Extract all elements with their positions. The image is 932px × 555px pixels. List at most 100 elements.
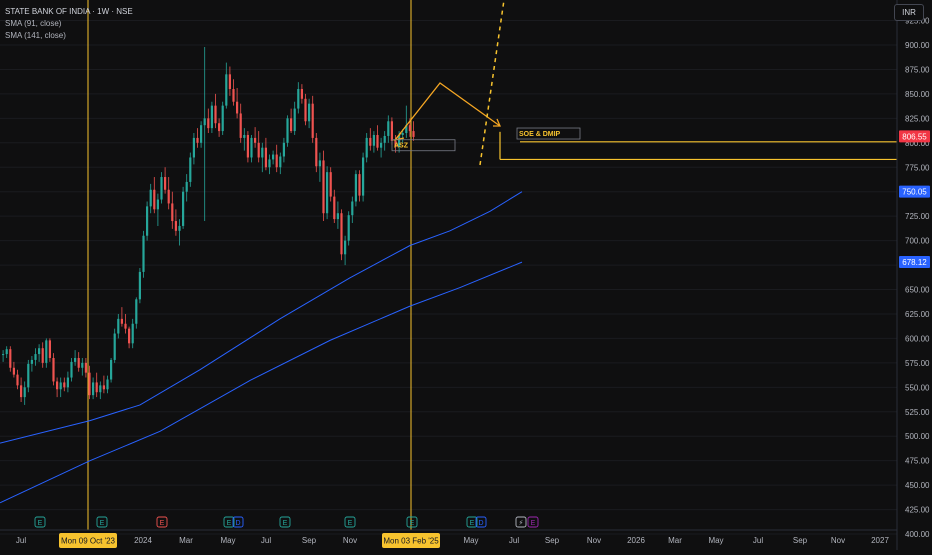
candle-down [41, 348, 44, 363]
event-marker-label: E [348, 520, 353, 527]
candle-up [66, 377, 69, 388]
candle-up [178, 225, 181, 231]
sma-91-line [0, 191, 523, 444]
candle-down [174, 221, 177, 231]
candle-down [408, 125, 411, 132]
x-tick-label: Jul [261, 536, 271, 545]
sma-91-legend[interactable]: SMA (91, close) [5, 18, 133, 30]
candle-down [412, 131, 415, 137]
candle-down [232, 89, 235, 102]
candle-down [196, 137, 199, 143]
candle-up [113, 333, 116, 360]
chart-area[interactable]: ASZ SOE & DMIP 400.00 425.00 450.00 475.00 50… [0, 0, 932, 550]
candle-up [383, 135, 386, 143]
x-tick-label: Sep [302, 536, 317, 545]
y-tick-label: 400.00 [905, 530, 930, 539]
candle-up [362, 157, 365, 196]
candle-down [48, 340, 51, 358]
x-tick-label: 2026 [627, 536, 645, 545]
y-tick-label: 425.00 [905, 506, 930, 515]
date-marker-label: Mon 09 Oct '23 [61, 537, 116, 546]
candle-up [156, 199, 159, 210]
price-axis-value: 750.05 [902, 188, 927, 197]
candle-down [63, 382, 66, 388]
candle-up [185, 181, 188, 192]
candle-down [164, 177, 167, 190]
x-tick-label: Nov [831, 536, 845, 545]
annotation-text: SOE & DMIP [519, 131, 561, 138]
event-marker-label: E [227, 520, 232, 527]
candle-up [34, 354, 37, 360]
currency-button[interactable]: INR [894, 4, 924, 21]
candle-up [210, 105, 213, 129]
candle-up [286, 118, 289, 143]
x-tick-label: Nov [343, 536, 357, 545]
y-tick-label: 450.00 [905, 481, 930, 490]
candle-down [290, 118, 293, 132]
candle-up [99, 385, 102, 393]
y-tick-label: 700.00 [905, 237, 930, 246]
event-marker-label: E [531, 520, 536, 527]
candle-up [372, 134, 375, 146]
candle-down [77, 357, 80, 368]
x-tick-label: Nov [587, 536, 601, 545]
x-tick-label: Sep [545, 536, 560, 545]
candle-up [160, 177, 163, 200]
y-tick-label: 475.00 [905, 457, 930, 466]
candle-down [369, 137, 372, 146]
candle-up [326, 172, 329, 214]
candle-down [329, 172, 332, 197]
x-tick-label: May [708, 536, 723, 545]
candle-up [365, 137, 368, 158]
event-marker-label: E [410, 520, 415, 527]
candle-up [293, 108, 296, 132]
candle-up [135, 299, 138, 324]
event-marker-label: E [160, 520, 165, 527]
candle-up [318, 160, 321, 167]
y-tick-label: 575.00 [905, 359, 930, 368]
y-tick-label: 625.00 [905, 310, 930, 319]
y-tick-label: 525.00 [905, 408, 930, 417]
candle-down [120, 318, 123, 324]
candle-down [322, 160, 325, 214]
candle-down [214, 105, 217, 124]
y-tick-label: 825.00 [905, 114, 930, 123]
candle-up [387, 121, 390, 136]
candle-down [311, 103, 314, 138]
candle-up [106, 379, 109, 390]
candle-down [264, 147, 267, 168]
candle-down [95, 382, 98, 393]
candle-up [203, 118, 206, 126]
candle-down [218, 123, 221, 132]
y-tick-label: 650.00 [905, 286, 930, 295]
candle-up [142, 235, 145, 272]
candle-down [167, 189, 170, 204]
x-tick-label: Mar [179, 536, 193, 545]
candle-down [246, 134, 249, 158]
sma-141-legend[interactable]: SMA (141, close) [5, 30, 133, 42]
symbol-title[interactable]: STATE BANK OF INDIA · 1W · NSE [5, 6, 133, 18]
candle-down [376, 134, 379, 148]
candle-down [128, 328, 131, 344]
candle-up [138, 271, 141, 300]
candle-down [52, 357, 55, 382]
candle-down [304, 98, 307, 122]
candle-up [74, 357, 77, 362]
y-tick-label: 900.00 [905, 41, 930, 50]
candle-up [347, 215, 350, 241]
candle-down [102, 385, 105, 390]
candle-up [149, 189, 152, 207]
x-tick-label: 2024 [134, 536, 152, 545]
x-tick-label: 2027 [871, 536, 889, 545]
candle-down [340, 213, 343, 255]
candle-up [92, 382, 95, 396]
candle-down [236, 101, 239, 114]
candle-up [401, 133, 404, 135]
x-tick-label: May [220, 536, 235, 545]
annotation-text: ASZ [394, 143, 409, 150]
event-marker-label: E [470, 520, 475, 527]
candle-up [2, 354, 5, 356]
candle-up [189, 157, 192, 182]
candle-up [336, 213, 339, 220]
price-chart[interactable]: ASZ SOE & DMIP 400.00 425.00 450.00 475.00 50… [0, 0, 932, 550]
